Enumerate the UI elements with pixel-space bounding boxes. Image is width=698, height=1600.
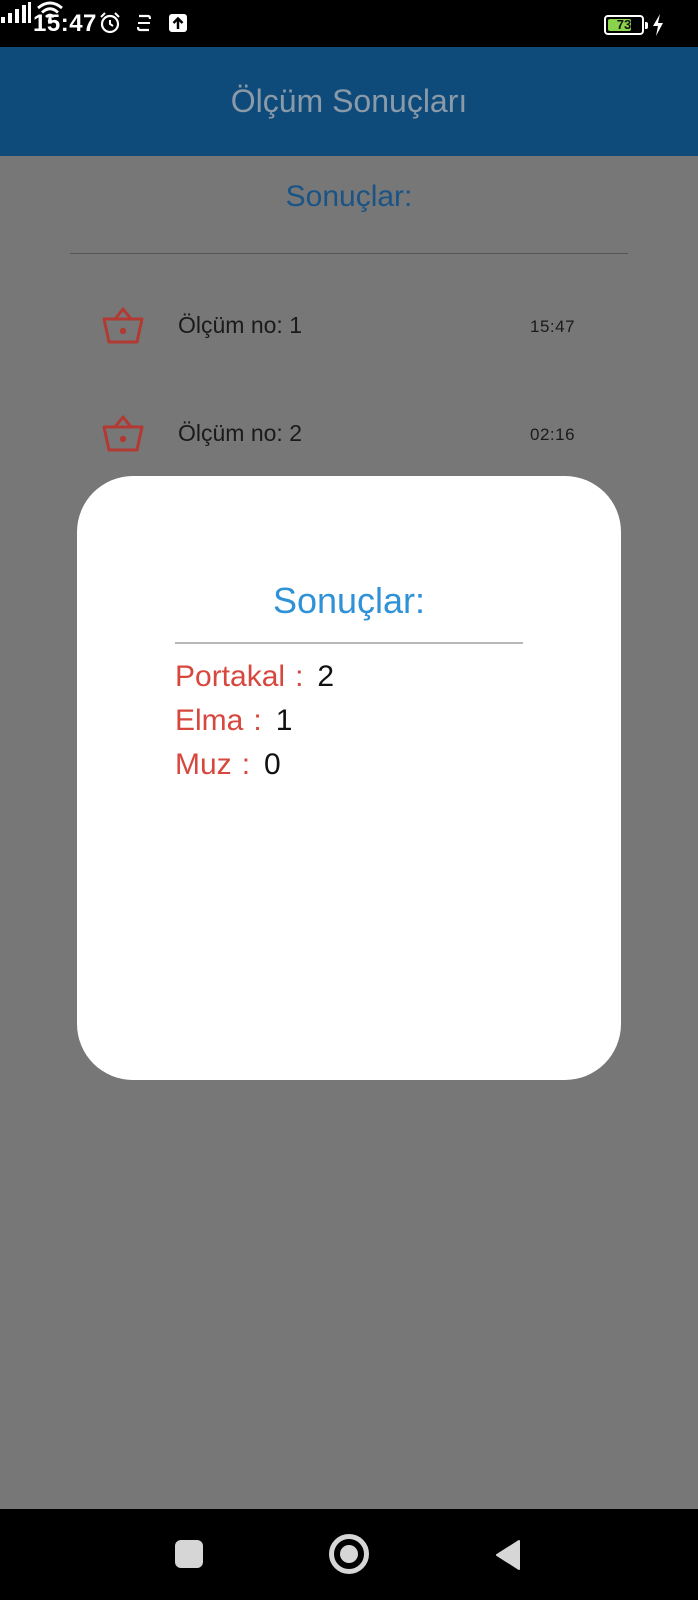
- list-item[interactable]: Ölçüm no: 2 02:16: [0, 404, 698, 464]
- upload-icon: [169, 14, 187, 32]
- status-time: 15:47: [33, 10, 97, 37]
- list-item[interactable]: Ölçüm no: 1 15:47: [0, 296, 698, 356]
- result-value: 0: [264, 748, 281, 781]
- recent-apps-icon[interactable]: [175, 1540, 203, 1568]
- result-label: Elma: [175, 704, 244, 737]
- dialog-divider: [175, 642, 523, 644]
- results-dialog: Sonuçlar: Portakal:2 Elma:1 Muz:0: [77, 476, 621, 1080]
- result-separator: :: [253, 704, 262, 737]
- charging-icon: [653, 14, 663, 36]
- basket-icon: [102, 415, 144, 452]
- home-icon[interactable]: [329, 1534, 369, 1574]
- page-title: Ölçüm Sonuçları: [230, 83, 468, 119]
- signal-icon: [1, 2, 31, 23]
- battery-level: 73: [616, 17, 632, 32]
- result-row-elma: Elma:1: [175, 704, 292, 738]
- result-value: 2: [317, 660, 335, 693]
- result-separator: :: [241, 748, 251, 781]
- list-item-label: Ölçüm no: 1: [178, 312, 302, 338]
- status-bar: 15:47 73: [0, 0, 698, 47]
- list-item-time: 15:47: [530, 317, 576, 336]
- results-heading: Sonuçlar:: [285, 180, 413, 213]
- result-row-portakal: Portakal:2: [175, 660, 334, 694]
- dialog-title: Sonuçlar:: [272, 580, 426, 621]
- alarm-icon: [100, 12, 120, 34]
- result-separator: :: [295, 660, 304, 693]
- sync-icon: [136, 14, 152, 32]
- divider: [70, 253, 628, 254]
- result-label: Portakal: [175, 660, 286, 693]
- app-bar: Ölçüm Sonuçları: [0, 47, 698, 156]
- result-value: 1: [275, 704, 293, 737]
- back-icon[interactable]: [493, 1538, 523, 1572]
- list-item-label: Ölçüm no: 2: [178, 420, 302, 446]
- result-label: Muz: [175, 748, 232, 781]
- result-row-muz: Muz:0: [175, 748, 281, 782]
- list-item-time: 02:16: [530, 425, 576, 444]
- battery-icon: 73: [604, 15, 648, 35]
- basket-icon: [102, 307, 144, 344]
- navigation-bar: [0, 1509, 698, 1600]
